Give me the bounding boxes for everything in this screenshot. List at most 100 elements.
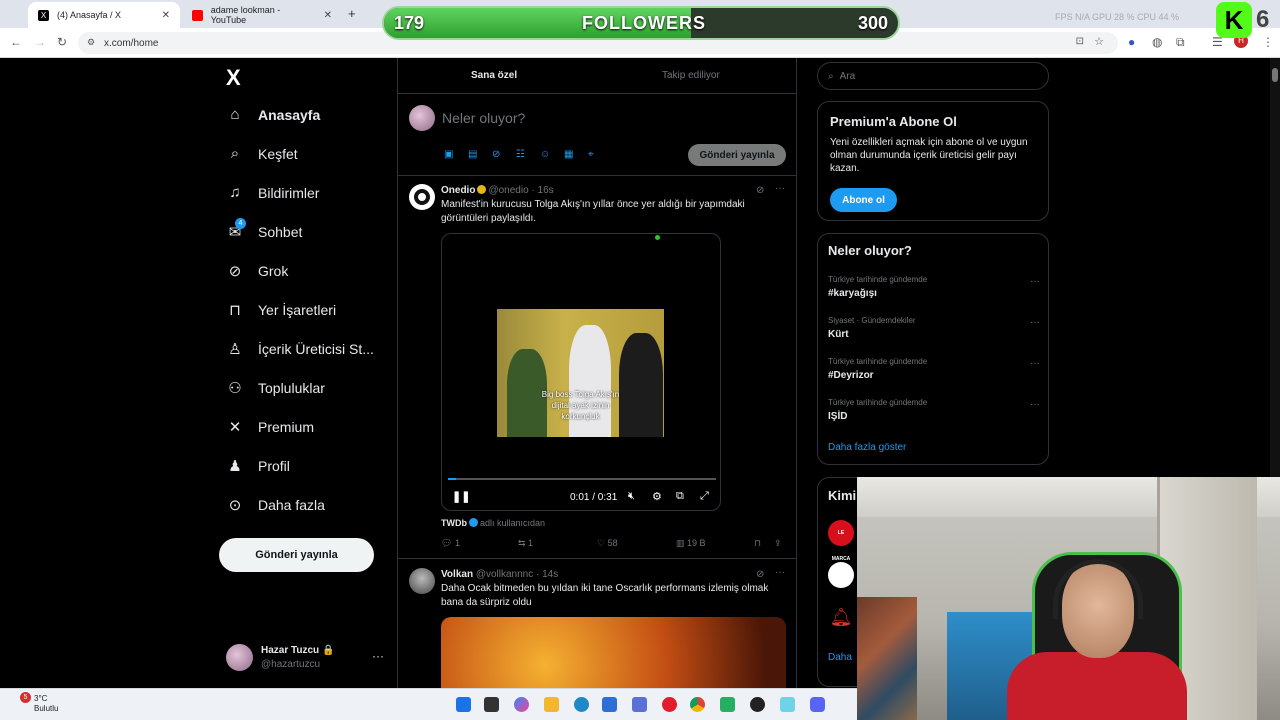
store-icon[interactable] xyxy=(602,697,617,712)
schedule-icon[interactable]: ▦ xyxy=(564,149,573,160)
app-icon[interactable] xyxy=(780,697,795,712)
share-icon[interactable]: ⇪ xyxy=(774,538,782,549)
subscribe-button[interactable]: Abone ol xyxy=(830,188,897,212)
puzzle-icon[interactable]: ⧉ xyxy=(1176,35,1185,50)
pip-icon[interactable]: ⧉ xyxy=(676,490,684,503)
reply-button[interactable]: 💬︎ 1 xyxy=(441,538,460,549)
video-progress-bar[interactable] xyxy=(448,478,716,480)
file-explorer-icon[interactable] xyxy=(544,697,559,712)
tab-for-you[interactable]: Sana özel xyxy=(471,70,517,81)
tweet-more-icon[interactable]: ··· xyxy=(775,567,785,578)
nav-label: Sohbet xyxy=(258,224,303,240)
settings-icon[interactable]: ⚙ xyxy=(652,490,662,503)
forward-icon[interactable]: → xyxy=(34,35,46,49)
chrome-icon[interactable] xyxy=(690,697,705,712)
trend-more-icon[interactable]: ··· xyxy=(1030,358,1040,369)
location-icon[interactable]: ⌖ xyxy=(588,149,594,160)
extension-icon[interactable]: ● xyxy=(1128,35,1135,49)
trend-item[interactable]: Türkiye tarihinde gündemde #Deyrizor ··· xyxy=(828,357,1040,393)
show-more-link[interactable]: Daha fazla göster xyxy=(828,442,906,453)
post-button[interactable]: Gönderi yayınla xyxy=(219,538,374,572)
nav-messages[interactable]: ✉ 4 Sohbet xyxy=(226,218,303,241)
nav-grok[interactable]: ⊘ Grok xyxy=(226,262,289,280)
trend-item[interactable]: Siyaset · Gündemdekiler Kürt ··· xyxy=(828,316,1040,352)
views-button[interactable]: ▥ 19 B xyxy=(676,538,706,549)
poll-icon[interactable]: ☷ xyxy=(516,149,525,160)
browser-tab-x[interactable]: X (4) Anasayfa / X ✕ xyxy=(28,2,180,28)
tweet-author[interactable]: Volkan @vollkannnc · 14s xyxy=(441,569,558,580)
new-tab-button[interactable]: + xyxy=(348,6,356,21)
avatar[interactable]: LE MARCA xyxy=(828,520,854,562)
back-icon[interactable]: ← xyxy=(10,35,22,49)
nav-creator-studio[interactable]: ♙ İçerik Üreticisi St... xyxy=(226,340,374,358)
windows-start-icon[interactable] xyxy=(456,697,471,712)
nav-notifications[interactable]: ♫ Bildirimler xyxy=(226,184,319,201)
tweet-author[interactable]: Onedio @onedio · 16s xyxy=(441,185,554,196)
nav-communities[interactable]: ⚇ Topluluklar xyxy=(226,379,325,397)
install-icon[interactable]: ⊡ xyxy=(1076,36,1084,47)
avatar[interactable] xyxy=(409,568,435,594)
app-icon[interactable] xyxy=(720,697,735,712)
emoji-icon[interactable]: ☺ xyxy=(540,149,550,160)
site-info-icon[interactable]: ⚙ xyxy=(87,37,95,48)
copilot-icon[interactable] xyxy=(514,697,529,712)
fullscreen-icon[interactable]: ⤢ xyxy=(700,490,709,503)
tab-following[interactable]: Takip ediliyor xyxy=(662,70,720,81)
premium-text: Yeni özellikleri açmak için abone ol ve … xyxy=(830,137,1028,174)
trend-more-icon[interactable]: ··· xyxy=(1030,317,1040,328)
avatar[interactable] xyxy=(828,562,854,588)
bookmark-star-icon[interactable]: ☆ xyxy=(1094,35,1104,48)
compose-input[interactable]: Neler oluyor? xyxy=(442,110,525,126)
grok-icon[interactable]: ⊘ xyxy=(756,185,764,196)
mute-icon[interactable]: 🔇︎ xyxy=(628,490,635,503)
x-logo-icon[interactable]: X xyxy=(226,65,241,91)
nav-more[interactable]: ⊙ Daha fazla xyxy=(226,496,325,514)
close-tab-icon[interactable]: ✕ xyxy=(162,10,170,21)
close-tab-icon[interactable]: ✕ xyxy=(324,10,332,21)
nav-bookmarks[interactable]: ⊓ Yer İşaretleri xyxy=(226,301,336,319)
nav-home[interactable]: ⌂ Anasayfa xyxy=(226,106,320,123)
profile-handle: @hazartuzcu xyxy=(261,659,321,670)
tweet-more-icon[interactable]: ··· xyxy=(775,183,785,194)
reload-icon[interactable]: ↻ xyxy=(57,35,67,49)
nav-profile[interactable]: ♟ Profil xyxy=(226,457,290,475)
premium-title: Premium'a Abone Ol xyxy=(830,114,957,129)
repost-button[interactable]: ⇆ 1 xyxy=(518,538,533,549)
trend-item[interactable]: Türkiye tarihinde gündemde IŞİD ··· xyxy=(828,398,1040,434)
grok-icon[interactable]: ⊘ xyxy=(756,569,764,580)
avatar[interactable] xyxy=(409,184,435,210)
pause-icon[interactable]: ❚❚ xyxy=(452,490,470,503)
nav-premium[interactable]: ✕ Premium xyxy=(226,418,314,436)
obs-icon[interactable] xyxy=(750,697,765,712)
video-player[interactable]: Big boss Tolga Akış'ın dijital ayak izin… xyxy=(441,233,721,511)
weather-widget[interactable]: 5 3°C Bulutlu xyxy=(12,692,58,714)
video-source[interactable]: TWDb adlı kullanıcıdan xyxy=(441,518,545,528)
grok-icon[interactable]: ⊘ xyxy=(492,149,500,160)
trend-item[interactable]: Türkiye tarihinde gündemde #karyağışı ··… xyxy=(828,275,1040,311)
extension-icon[interactable]: ◍ xyxy=(1152,35,1162,49)
bell-icon[interactable]: 🔔︎ xyxy=(828,604,854,630)
account-switcher[interactable]: Hazar Tuzcu 🔒 @hazartuzcu ··· xyxy=(226,643,386,675)
app-icon[interactable] xyxy=(632,697,647,712)
scroll-thumb[interactable] xyxy=(1272,68,1278,82)
bookmark-icon[interactable]: ⊓ xyxy=(754,538,761,549)
gif-icon[interactable]: ▤ xyxy=(468,149,477,160)
grok-icon: ⊘ xyxy=(228,263,242,280)
browser-tab-youtube[interactable]: adame lookman - YouTube ✕ xyxy=(182,2,342,28)
opera-icon[interactable] xyxy=(662,697,677,712)
discord-icon[interactable] xyxy=(810,697,825,712)
more-icon[interactable]: ··· xyxy=(372,649,384,663)
nav-explore[interactable]: ⌕ Keşfet xyxy=(226,145,298,162)
like-button[interactable]: ♡ 58 xyxy=(597,538,618,549)
tweet-image[interactable] xyxy=(441,617,786,688)
trend-more-icon[interactable]: ··· xyxy=(1030,276,1040,287)
trend-more-icon[interactable]: ··· xyxy=(1030,399,1040,410)
compose-post-button[interactable]: Gönderi yayınla xyxy=(688,144,786,166)
image-icon[interactable]: ▣ xyxy=(444,149,453,160)
search-input[interactable]: ⌕ Ara xyxy=(817,62,1049,90)
more-circle-icon: ⊙ xyxy=(228,497,242,514)
show-more-link[interactable]: Daha xyxy=(828,652,852,663)
task-view-icon[interactable] xyxy=(484,697,499,712)
search-icon: ⌕ xyxy=(230,145,240,162)
edge-icon[interactable] xyxy=(574,697,589,712)
